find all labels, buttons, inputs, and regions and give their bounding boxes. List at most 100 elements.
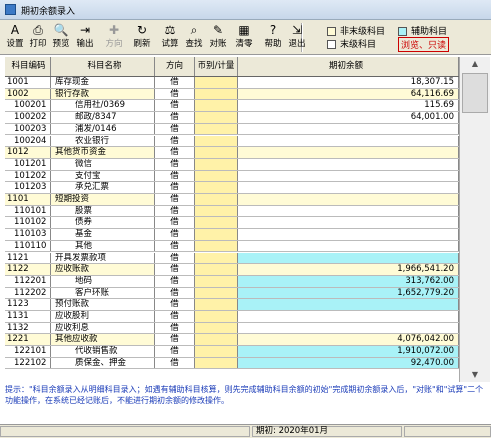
currency-cell [195, 264, 238, 275]
opening-balance-cell[interactable]: 1,652,779.20 [238, 287, 459, 299]
help-icon: ? [269, 23, 277, 37]
clear-button-label: 清零 [235, 39, 253, 49]
table-row[interactable]: 1101 短期投资借 [5, 194, 459, 206]
clear-button[interactable]: ▦ 清零 [233, 22, 255, 53]
refresh-button[interactable]: ↻ 刷新 [131, 22, 153, 53]
legend-swatch-leaf [327, 40, 336, 49]
refresh-button-label: 刷新 [133, 39, 151, 49]
direction-cell: 借 [155, 77, 195, 88]
opening-balance-cell[interactable]: 4,076,042.00 [238, 334, 459, 346]
legend-swatch-non-leaf [327, 27, 336, 36]
scroll-thumb[interactable] [462, 73, 488, 113]
export-icon: ⇥ [79, 23, 91, 37]
direction-cell: 借 [155, 135, 195, 147]
currency-cell [195, 100, 238, 112]
account-code-cell: 101201 [5, 158, 51, 170]
table-row[interactable]: 122102 质保金、押金借 92,470.00 [5, 357, 459, 370]
header-code: 科目编码 [5, 57, 51, 76]
account-code-cell: 100204 [5, 135, 51, 147]
direction-cell: 借 [155, 229, 195, 240]
table-row[interactable]: 1012 其他货币资金借 [5, 147, 459, 159]
direction-cell: 借 [155, 182, 195, 193]
table-row[interactable]: 100204 农业银行借 [5, 135, 459, 148]
opening-balance-cell[interactable] [238, 311, 459, 322]
opening-balance-cell[interactable]: 18,307.15 [238, 77, 459, 88]
opening-balance-cell[interactable]: 1,910,072.00 [238, 346, 459, 357]
direction-cell: 借 [155, 252, 195, 264]
direction-cell: 借 [155, 346, 195, 357]
opening-balance-cell[interactable]: 92,470.00 [238, 357, 459, 369]
header-currency: 币别/计量 [195, 57, 238, 76]
help-button[interactable]: ? 帮助 [262, 22, 284, 53]
currency-cell [195, 275, 238, 287]
opening-balance-cell[interactable] [238, 182, 459, 193]
table-row[interactable]: 110102 债券借 [5, 217, 459, 230]
scroll-down-arrow-icon[interactable]: ▼ [460, 368, 490, 382]
currency-cell [195, 299, 238, 310]
opening-balance-cell[interactable] [238, 229, 459, 240]
direction-cell: 借 [155, 334, 195, 346]
table-row[interactable]: 1002 银行存款借 64,116.69 [5, 88, 459, 101]
table-row[interactable]: 100203 浦发/0146 借 [5, 123, 459, 136]
opening-balance-cell[interactable] [238, 123, 459, 135]
opening-balance-cell[interactable] [238, 147, 459, 158]
account-name-cell: 浦发/0146 [51, 123, 155, 135]
table-row[interactable]: 1131 应收股利借 [5, 311, 459, 323]
direction-cell: 借 [155, 194, 195, 205]
export-button[interactable]: ⇥ 输出 [74, 22, 96, 53]
table-row[interactable]: 110110 其他借 [5, 240, 459, 253]
table-row[interactable]: 1121 开具发票款项借 [5, 252, 459, 265]
opening-balance-cell[interactable]: 313,762.00 [238, 275, 459, 287]
opening-balance-cell[interactable] [238, 252, 459, 264]
legend-leaf-label: 末级科目 [340, 40, 377, 50]
account-code-cell: 1221 [5, 334, 51, 346]
account-name-cell: 微信 [51, 158, 155, 170]
table-row[interactable]: 122101 代收销售款借 1,910,072.00 [5, 346, 459, 358]
table-row[interactable]: 112202 客户环账借 1,652,779.20 [5, 287, 459, 300]
balance-grid[interactable]: 科目编码 科目名称 方向 币别/计量 期初余额 1001 库存现金借 18,307.… [5, 57, 459, 382]
table-row[interactable]: 100201 信用社/0369 借 115.69 [5, 100, 459, 113]
find-button[interactable]: ⌕ 查找 [183, 22, 205, 53]
direction-cell: 借 [155, 205, 195, 217]
opening-balance-cell[interactable] [238, 135, 459, 147]
opening-balance-cell[interactable] [238, 240, 459, 252]
opening-balance-cell[interactable] [238, 299, 459, 310]
table-row[interactable]: 110103 基金借 [5, 229, 459, 241]
preview-button[interactable]: 🔍 预览 [50, 22, 72, 53]
opening-balance-cell[interactable]: 64,001.00 [238, 112, 459, 123]
table-row[interactable]: 100202 邮政/8347 借 64,001.00 [5, 112, 459, 124]
exit-button[interactable]: ⇲ 退出 [286, 22, 308, 53]
table-row[interactable]: 1123 预付账款借 [5, 299, 459, 311]
direction-cell: 借 [155, 170, 195, 182]
opening-balance-cell[interactable] [238, 170, 459, 182]
opening-balance-cell[interactable] [238, 217, 459, 229]
scroll-up-arrow-icon[interactable]: ▲ [460, 57, 490, 71]
app-icon [5, 4, 16, 15]
opening-balance-cell[interactable]: 1,966,541.20 [238, 264, 459, 275]
opening-balance-cell[interactable] [238, 158, 459, 170]
table-row[interactable]: 110101 股票借 [5, 205, 459, 218]
table-row[interactable]: 112201 地码借 313,762.00 [5, 275, 459, 288]
account-code-cell: 100203 [5, 123, 51, 135]
table-row[interactable]: 101203 承兑汇票借 [5, 182, 459, 194]
opening-balance-cell[interactable] [238, 322, 459, 334]
opening-balance-cell[interactable]: 115.69 [238, 100, 459, 112]
table-row[interactable]: 1132 应收利息借 [5, 322, 459, 335]
trial-button[interactable]: ⚖ 试算 [159, 22, 181, 53]
toolbar: 非末级科目 末级科目 辅助科目 浏览、只读 A 设置 ⎙ 打印 🔍 预览 ⇥ 输出 ✚ 方向 ↻ 刷新… [0, 20, 491, 55]
opening-balance-cell[interactable] [238, 194, 459, 205]
direction-cell: 借 [155, 147, 195, 158]
reconcile-button[interactable]: ✎ 对账 [207, 22, 229, 53]
account-code-cell: 112201 [5, 275, 51, 287]
table-row[interactable]: 101202 支付宝借 [5, 170, 459, 183]
table-row[interactable]: 1001 库存现金借 18,307.15 [5, 77, 459, 89]
account-name-cell: 应收账款 [51, 264, 155, 275]
account-code-cell: 122102 [5, 357, 51, 369]
table-row[interactable]: 1122 应收账款借 1,966,541.20 [5, 264, 459, 276]
opening-balance-cell[interactable]: 64,116.69 [238, 88, 459, 100]
vertical-scrollbar[interactable]: ▲ ▼ [459, 57, 490, 382]
opening-balance-cell[interactable] [238, 205, 459, 217]
direction-button-label: 方向 [105, 39, 123, 49]
table-row[interactable]: 101201 微信借 [5, 158, 459, 171]
table-row[interactable]: 1221 其他应收款借 4,076,042.00 [5, 334, 459, 347]
